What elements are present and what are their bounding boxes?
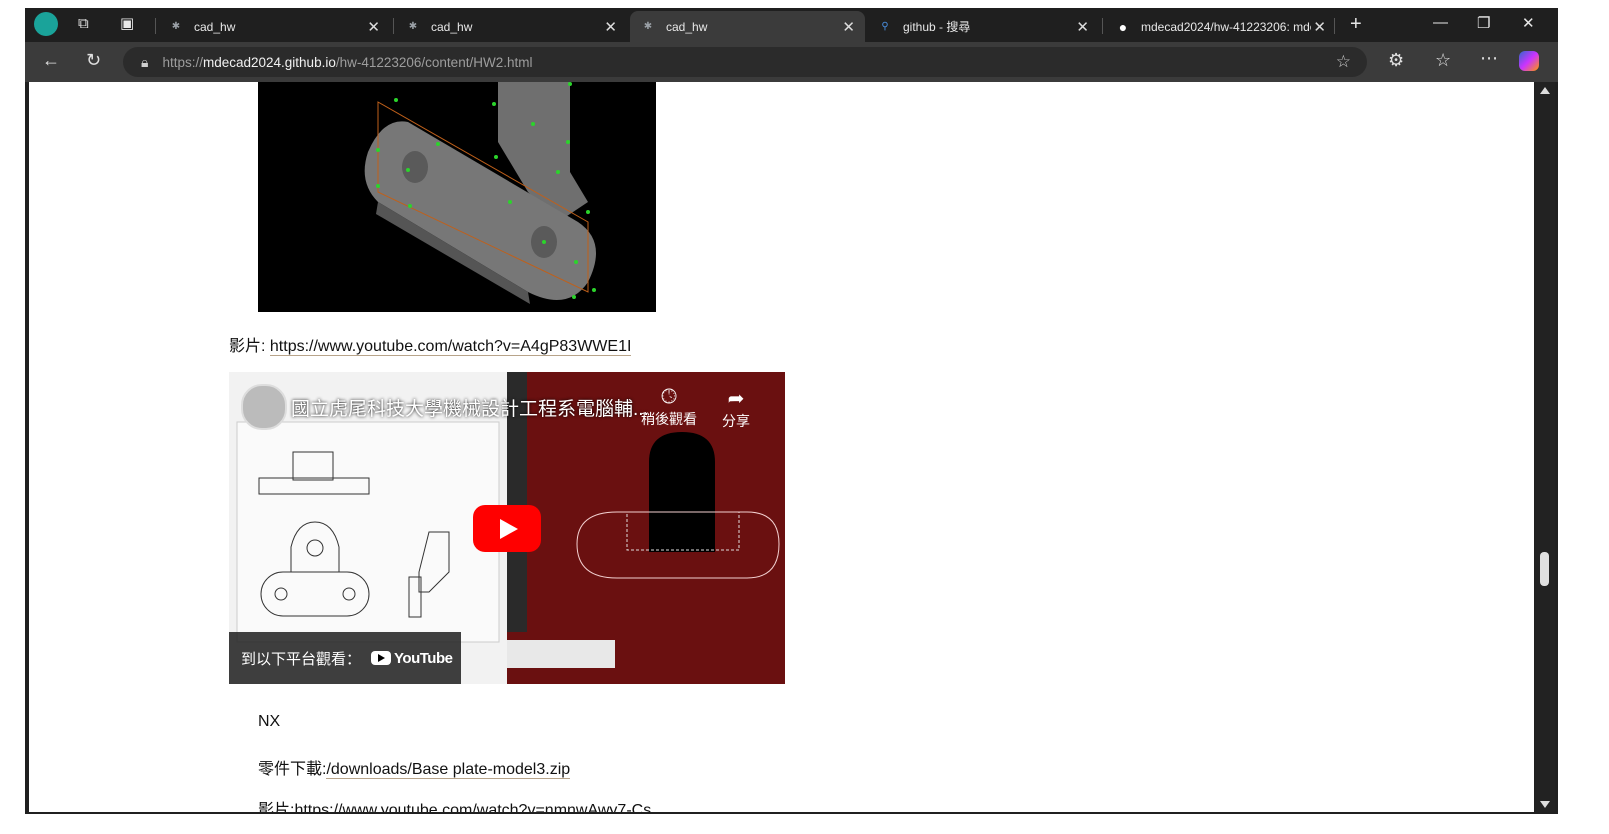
watch-later-button[interactable]: 🕓︎ 稍後觀看	[639, 386, 699, 429]
close-icon[interactable]: ✕	[1076, 18, 1089, 36]
scrollbar[interactable]	[1535, 82, 1555, 812]
extensions-icon[interactable]: ⚙	[1388, 50, 1404, 71]
close-icon[interactable]: ✕	[604, 18, 617, 36]
url-scheme: https://	[162, 54, 203, 70]
video-title[interactable]: 國立虎尾科技大學機械設計工程系電腦輔...	[291, 394, 649, 421]
restore-icon[interactable]: ❐	[1477, 14, 1490, 32]
new-tab-icon[interactable]: +	[1350, 13, 1362, 36]
url-path: /hw-41223206/content/HW2.html	[335, 54, 533, 70]
clock-icon: 🕓︎	[661, 386, 677, 408]
download-line: 零件下載:/downloads/Base plate-model3.zip	[258, 755, 571, 779]
copilot-icon[interactable]	[1519, 51, 1539, 71]
favorites-icon[interactable]: ☆	[1435, 50, 1451, 71]
page-icon: ✱	[643, 21, 653, 32]
profile-icon[interactable]	[34, 12, 58, 36]
back-icon[interactable]: ←	[42, 50, 60, 71]
video-link-line: 影片: https://www.youtube.com/watch?v=A4gP…	[229, 332, 632, 356]
minimize-icon[interactable]: —	[1433, 14, 1448, 31]
tab-label: mdecad2024/hw-41223206: mde	[1141, 19, 1311, 34]
watch-on-label: 到以下平台觀看：	[241, 650, 362, 668]
video2-label: 影片:	[258, 802, 295, 812]
video-link[interactable]: https://www.youtube.com/watch?v=A4gP83WW…	[269, 338, 632, 356]
page-icon: ✱	[171, 21, 181, 32]
more-icon[interactable]: ⋯	[1480, 48, 1498, 69]
tab-github-search[interactable]: ⚲ github - 搜尋 ✕	[867, 11, 1099, 42]
scroll-up-icon[interactable]	[1540, 87, 1550, 94]
tab-label: cad_hw	[431, 19, 473, 34]
close-icon[interactable]: ✕	[1313, 18, 1326, 36]
tab-github-repo[interactable]: ● mdecad2024/hw-41223206: mde ✕	[1105, 11, 1330, 42]
separator	[155, 18, 156, 34]
cad-model-drawing	[364, 82, 596, 304]
github-icon: ●	[1118, 18, 1128, 35]
refresh-icon[interactable]: ↻	[86, 50, 101, 71]
url-host: mdecad2024.github.io	[202, 54, 336, 70]
separator	[1334, 18, 1335, 34]
tab-cad-hw-2[interactable]: ✱ cad_hw ✕	[395, 11, 627, 42]
favorite-star-icon[interactable]: ☆	[1336, 52, 1351, 72]
search-icon: ⚲	[881, 21, 889, 32]
close-window-icon[interactable]: ✕	[1522, 14, 1535, 32]
share-label: 分享	[722, 413, 750, 429]
tab-bar: ⧉ ▣ ✱ cad_hw ✕ ✱ cad_hw ✕ ✱ cad_hw ✕ ⚲ g…	[25, 8, 1558, 42]
share-button[interactable]: ➦ 分享	[711, 386, 761, 431]
tab-actions-icon[interactable]: ▣	[120, 14, 134, 32]
separator	[1102, 18, 1103, 34]
page-icon: ✱	[408, 21, 418, 32]
watch-later-label: 稍後觀看	[641, 411, 697, 427]
scroll-thumb[interactable]	[1540, 552, 1549, 586]
youtube-logo-icon: YouTube	[371, 649, 453, 667]
share-arrow-icon: ➦	[727, 388, 745, 410]
channel-avatar[interactable]	[241, 384, 287, 430]
separator	[393, 18, 394, 34]
scroll-down-icon[interactable]	[1540, 801, 1550, 808]
youtube-embed[interactable]: 國立虎尾科技大學機械設計工程系電腦輔... 🕓︎ 稍後觀看 ➦ 分享 到以下平台…	[229, 372, 785, 684]
tab-cad-hw-1[interactable]: ✱ cad_hw ✕	[158, 11, 390, 42]
nx-heading: NX	[258, 713, 281, 730]
tab-label: cad_hw	[666, 19, 708, 34]
youtube-logo-text: YouTube	[394, 649, 453, 667]
video2-link[interactable]: https://www.youtube.com/watch?v=nmnwAwy7…	[294, 802, 652, 812]
web-page: 影片: https://www.youtube.com/watch?v=A4gP…	[29, 82, 1534, 812]
close-icon[interactable]: ✕	[842, 18, 855, 36]
lock-icon: 🔒︎	[141, 53, 149, 70]
tab-cad-hw-3[interactable]: ✱ cad_hw ✕	[630, 11, 865, 42]
video-label: 影片:	[229, 338, 266, 355]
address-bar[interactable]: 🔒︎ https:// mdecad2024.github.io /hw-412…	[123, 47, 1367, 77]
watch-on-youtube-bar[interactable]: 到以下平台觀看： YouTube	[229, 632, 461, 684]
video2-line: 影片:https://www.youtube.com/watch?v=nmnwA…	[258, 796, 652, 812]
workspaces-icon[interactable]: ⧉	[78, 15, 89, 32]
download-link[interactable]: /downloads/Base plate-model3.zip	[326, 761, 571, 779]
cad-model-image	[258, 82, 656, 312]
close-icon[interactable]: ✕	[367, 18, 380, 36]
play-button[interactable]	[473, 505, 541, 552]
play-triangle-icon	[500, 519, 518, 539]
navigation-toolbar: ← ↻ 🔒︎ https:// mdecad2024.github.io /hw…	[25, 42, 1558, 82]
download-label: 零件下載:	[258, 761, 327, 778]
tab-label: cad_hw	[194, 19, 236, 34]
tab-label: github - 搜尋	[903, 20, 971, 34]
